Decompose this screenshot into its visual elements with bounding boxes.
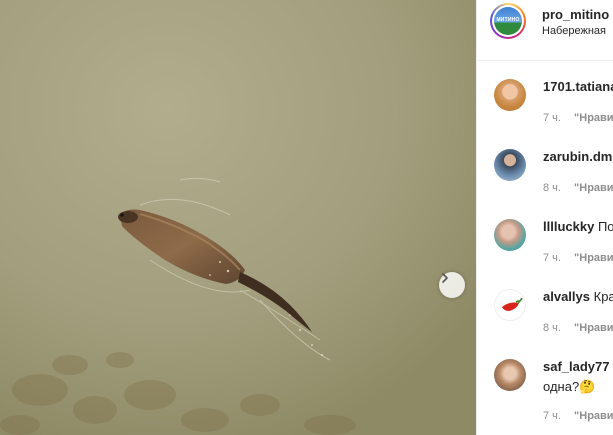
like-comment-button[interactable]: "Нрави [574, 410, 613, 422]
avatar-ring: МИТИНО [492, 5, 524, 37]
commenter-username[interactable]: lllluckky [543, 219, 594, 234]
comments-panel: МИТИНО pro_mitino Набережная 1701.tatian… [476, 0, 613, 435]
avatar-logo-text: МИТИНО [496, 17, 520, 23]
commenter-avatar[interactable] [494, 359, 526, 391]
comment-item: saf_lady77 одна?🤔 7 ч. "Нрави [477, 359, 613, 429]
commenter-avatar[interactable] [494, 79, 526, 111]
comment-body: По [597, 219, 613, 234]
comment-body-line2: одна?🤔 [543, 379, 596, 394]
comment-text: zarubin.dm [543, 149, 612, 164]
author-username[interactable]: pro_mitino [542, 7, 609, 22]
commenter-avatar[interactable] [494, 289, 526, 321]
like-comment-button[interactable]: "Нрави [574, 322, 613, 334]
comment-text: 1701.tatiana [543, 79, 613, 94]
chili-pepper-icon [502, 297, 523, 311]
comment-meta: 7 ч. "Нрави [543, 410, 613, 422]
comment-time: 7 ч. [543, 252, 561, 264]
post-media[interactable] [0, 0, 476, 435]
comment-meta: 8 ч. "Нрави [543, 182, 613, 194]
comment-meta: 7 ч. "Нрави [543, 112, 613, 124]
next-media-button[interactable] [439, 272, 465, 298]
commenter-username[interactable]: saf_lady77 [543, 359, 610, 374]
commenter-username[interactable]: 1701.tatiana [543, 79, 613, 94]
comment-text: saf_lady77 [543, 359, 610, 374]
commenter-avatar[interactable] [494, 149, 526, 181]
comment-time: 8 ч. [543, 182, 561, 194]
comment-time: 7 ч. [543, 410, 561, 422]
post-photo [0, 0, 476, 435]
comment-meta: 8 ч. "Нрави [543, 322, 613, 334]
avatar-logo: МИТИНО [494, 7, 522, 35]
post-header: МИТИНО pro_mitino Набережная [477, 0, 613, 61]
chevron-right-icon [442, 273, 448, 283]
like-comment-button[interactable]: "Нрави [574, 112, 613, 124]
commenter-username[interactable]: alvallys [543, 289, 590, 304]
author-avatar[interactable]: МИТИНО [490, 3, 526, 39]
comment-time: 8 ч. [543, 322, 561, 334]
comment-item: 1701.tatiana 7 ч. "Нрави [477, 79, 613, 149]
post-location[interactable]: Набережная [542, 25, 606, 37]
commenter-username[interactable]: zarubin.dm [543, 149, 612, 164]
comment-item: alvallys Кра 8 ч. "Нрави [477, 289, 613, 359]
like-comment-button[interactable]: "Нрави [574, 182, 613, 194]
comment-body: Кра [593, 289, 613, 304]
comment-item: lllluckky По 7 ч. "Нрави [477, 219, 613, 289]
commenter-avatar[interactable] [494, 219, 526, 251]
comment-text: lllluckky По [543, 219, 613, 234]
like-comment-button[interactable]: "Нрави [574, 252, 613, 264]
comment-item: zarubin.dm 8 ч. "Нрави [477, 149, 613, 219]
comment-meta: 7 ч. "Нрави [543, 252, 613, 264]
comment-text: alvallys Кра [543, 289, 613, 304]
comment-time: 7 ч. [543, 112, 561, 124]
